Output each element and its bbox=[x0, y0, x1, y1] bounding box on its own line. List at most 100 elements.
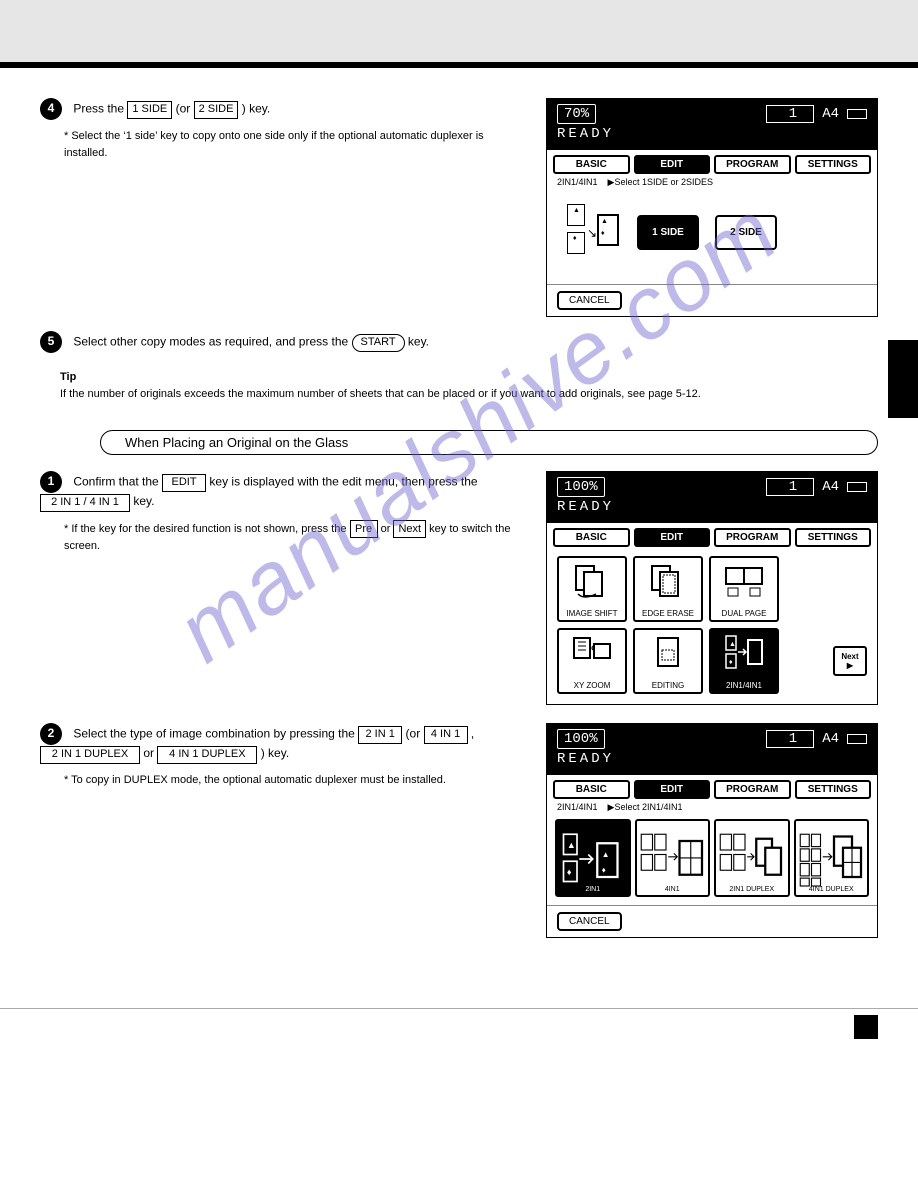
key-start: START bbox=[352, 334, 405, 352]
tab-basic[interactable]: BASIC bbox=[553, 780, 630, 799]
tab-edit[interactable]: EDIT bbox=[634, 528, 711, 547]
mode-4in1-duplex[interactable]: 4IN1 DUPLEX bbox=[794, 819, 870, 897]
key-2in1: 2 IN 1 bbox=[358, 726, 402, 744]
tab-settings[interactable]: SETTINGS bbox=[795, 780, 872, 799]
step4-note: * Select the ‘1 side’ key to copy onto o… bbox=[40, 128, 526, 161]
page-footer bbox=[0, 1008, 918, 1059]
key-pre: Pre bbox=[350, 520, 378, 539]
step-number-icon: 2 bbox=[40, 723, 62, 745]
mode-4in1-duplex-icon bbox=[798, 832, 866, 886]
tab-program[interactable]: PROGRAM bbox=[714, 780, 791, 799]
step1-a: Confirm that the bbox=[73, 474, 162, 488]
step4: 4 Press the 1 SIDE (or 2 SIDE ) key. bbox=[40, 98, 526, 120]
mode-path-label: 2IN1/4IN1 bbox=[557, 802, 598, 813]
cancel-button[interactable]: CANCEL bbox=[557, 291, 622, 310]
tab-edit[interactable]: EDIT bbox=[634, 155, 711, 174]
edit-dual-page[interactable]: DUAL PAGE bbox=[709, 556, 779, 622]
svg-text:♦: ♦ bbox=[567, 867, 572, 877]
step-number-icon: 4 bbox=[40, 98, 62, 120]
chevron-right-icon: ▶ bbox=[847, 661, 853, 670]
step2-note: * To copy in DUPLEX mode, the optional a… bbox=[40, 772, 526, 789]
one-side-button[interactable]: 1 SIDE bbox=[637, 215, 699, 250]
key-4in1-duplex: 4 IN 1 DUPLEX bbox=[157, 746, 257, 764]
step-number-icon: 1 bbox=[40, 471, 62, 493]
mode-2in1-duplex-icon bbox=[718, 832, 786, 886]
edit-label: 2IN1/4IN1 bbox=[726, 681, 762, 690]
ready-label: READY bbox=[557, 499, 867, 515]
key-2in1-4in1: 2 IN 1 / 4 IN 1 bbox=[40, 494, 130, 512]
device-status-bar: 70% 1 A4 READY bbox=[547, 99, 877, 150]
next-page-button[interactable]: Next ▶ bbox=[833, 646, 867, 676]
image-shift-icon bbox=[570, 562, 614, 598]
key-2side: 2 SIDE bbox=[194, 101, 239, 119]
paper-tray-icon bbox=[847, 482, 867, 492]
paper-size-label: A4 bbox=[822, 731, 839, 747]
mode-2in1-duplex[interactable]: 2IN1 DUPLEX bbox=[714, 819, 790, 897]
step1-b: key is displayed with the edit menu, the… bbox=[209, 474, 477, 488]
key-edit: EDIT bbox=[162, 474, 206, 492]
zoom-indicator: 100% bbox=[557, 477, 605, 497]
mode-4in1[interactable]: 4IN1 bbox=[635, 819, 711, 897]
step2-a: Select the type of image combination by … bbox=[73, 726, 358, 740]
step5-text-a: Select other copy modes as required, and… bbox=[73, 334, 351, 348]
device-panel-3: 100% 1 A4 READY BASIC EDIT PROGRAM SETTI… bbox=[546, 723, 878, 938]
edge-erase-icon bbox=[646, 562, 690, 598]
mode-2in1-icon: ▲ ♦ ▲ ♦ bbox=[559, 832, 627, 886]
svg-text:♦: ♦ bbox=[602, 866, 606, 875]
paper-tray-icon bbox=[847, 734, 867, 744]
step-number-icon: 5 bbox=[40, 331, 62, 353]
edit-image-shift[interactable]: IMAGE SHIFT bbox=[557, 556, 627, 622]
prompt-label: ▶Select 1SIDE or 2SIDES bbox=[608, 177, 713, 188]
paper-tray-icon bbox=[847, 109, 867, 119]
step2-d: or bbox=[143, 746, 157, 760]
tab-settings[interactable]: SETTINGS bbox=[795, 155, 872, 174]
zoom-indicator: 100% bbox=[557, 729, 605, 749]
svg-text:▲: ▲ bbox=[602, 850, 610, 859]
key-2in1-duplex: 2 IN 1 DUPLEX bbox=[40, 746, 140, 764]
ready-label: READY bbox=[557, 126, 867, 142]
step2: 2 Select the type of image combination b… bbox=[40, 723, 526, 764]
tab-program[interactable]: PROGRAM bbox=[714, 155, 791, 174]
edit-edge-erase[interactable]: EDGE ERASE bbox=[633, 556, 703, 622]
svg-text:▲: ▲ bbox=[729, 641, 736, 648]
edit-2in1-4in1[interactable]: ▲ ♦ 2IN1/4IN1 bbox=[709, 628, 779, 694]
step1-c: key. bbox=[133, 494, 154, 508]
step1: 1 Confirm that the EDIT key is displayed… bbox=[40, 471, 526, 512]
subheading-glass: When Placing an Original on the Glass bbox=[100, 430, 878, 455]
editing-icon bbox=[646, 634, 690, 670]
step2-e: ) key. bbox=[261, 746, 289, 760]
mode-path-label: 2IN1/4IN1 bbox=[557, 177, 598, 188]
key-next: Next bbox=[393, 520, 426, 539]
tip-block: Tip If the number of originals exceeds t… bbox=[40, 369, 878, 402]
svg-text:▲: ▲ bbox=[567, 840, 576, 850]
edit-label: DUAL PAGE bbox=[722, 609, 767, 618]
edit-editing[interactable]: EDITING bbox=[633, 628, 703, 694]
cancel-button[interactable]: CANCEL bbox=[557, 912, 622, 931]
step2-b: (or bbox=[406, 726, 424, 740]
step1-note-a: * If the key for the desired function is… bbox=[64, 523, 350, 535]
zoom-indicator: 70% bbox=[557, 104, 596, 124]
paper-size-label: A4 bbox=[822, 106, 839, 122]
page-number-box bbox=[854, 1015, 878, 1039]
nup-illustration-icon: ▲ ♦ ▲♦ ↘ bbox=[565, 204, 621, 260]
tab-program[interactable]: PROGRAM bbox=[714, 528, 791, 547]
tab-basic[interactable]: BASIC bbox=[553, 528, 630, 547]
paper-size-label: A4 bbox=[822, 479, 839, 495]
copy-count: 1 bbox=[766, 105, 814, 123]
edit-label: EDITING bbox=[652, 681, 684, 690]
step4-text-c: ) key. bbox=[242, 101, 270, 115]
page-header bbox=[0, 0, 918, 62]
two-side-button[interactable]: 2 SIDE bbox=[715, 215, 777, 250]
svg-text:♦: ♦ bbox=[729, 659, 733, 666]
tab-settings[interactable]: SETTINGS bbox=[795, 528, 872, 547]
tab-row: BASIC EDIT PROGRAM SETTINGS bbox=[547, 523, 877, 550]
step4-text-a: Press the bbox=[73, 101, 127, 115]
next-label: Next bbox=[841, 652, 858, 661]
device-panel-1: 70% 1 A4 READY BASIC EDIT PROGRAM SETTIN… bbox=[546, 98, 878, 317]
tab-edit[interactable]: EDIT bbox=[634, 780, 711, 799]
edit-xy-zoom[interactable]: XY ZOOM bbox=[557, 628, 627, 694]
prompt-label: ▶Select 2IN1/4IN1 bbox=[608, 802, 683, 813]
mode-2in1[interactable]: ▲♦▲♦ 2IN1 bbox=[555, 819, 631, 897]
copy-count: 1 bbox=[766, 730, 814, 748]
tab-basic[interactable]: BASIC bbox=[553, 155, 630, 174]
